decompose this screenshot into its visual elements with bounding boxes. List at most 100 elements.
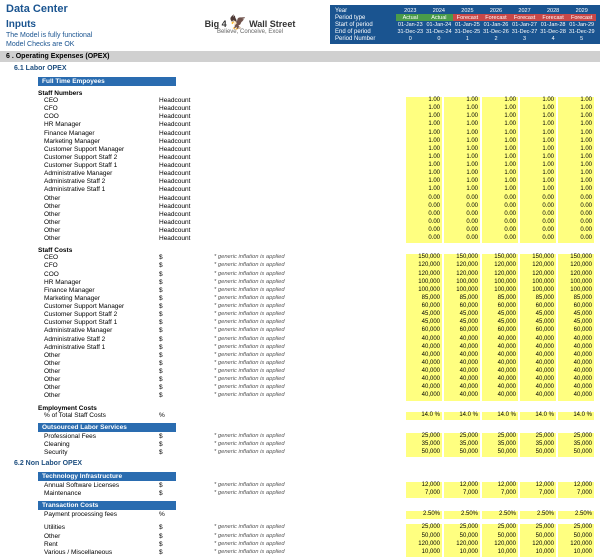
- input-cell[interactable]: 1.00: [482, 97, 518, 105]
- input-cell[interactable]: 1.00: [558, 146, 594, 154]
- input-cell[interactable]: 0.00: [520, 195, 556, 203]
- input-cell[interactable]: 45,000: [558, 311, 594, 319]
- input-cell[interactable]: 10,000: [444, 549, 480, 557]
- input-cell[interactable]: 85,000: [482, 295, 518, 303]
- input-cell[interactable]: 1.00: [406, 162, 442, 170]
- input-cell[interactable]: 1.00: [558, 186, 594, 194]
- input-cell[interactable]: 0.00: [406, 203, 442, 211]
- input-cell[interactable]: 1.00: [444, 130, 480, 138]
- input-cell[interactable]: 12,000: [482, 482, 518, 490]
- input-cell[interactable]: 40,000: [558, 392, 594, 400]
- input-cell[interactable]: 120,000: [558, 541, 594, 549]
- input-cell[interactable]: 1.00: [520, 186, 556, 194]
- input-cell[interactable]: 1.00: [444, 154, 480, 162]
- input-cell[interactable]: 12,000: [520, 482, 556, 490]
- input-cell[interactable]: 35,000: [482, 441, 518, 449]
- input-cell[interactable]: 1.00: [482, 186, 518, 194]
- input-cell[interactable]: 60,000: [406, 303, 442, 311]
- input-cell[interactable]: 60,000: [558, 303, 594, 311]
- input-cell[interactable]: 85,000: [444, 295, 480, 303]
- input-cell[interactable]: 120,000: [558, 271, 594, 279]
- input-cell[interactable]: 2.50%: [406, 511, 442, 519]
- input-cell[interactable]: 1.00: [444, 170, 480, 178]
- input-cell[interactable]: 1.00: [558, 138, 594, 146]
- input-cell[interactable]: 1.00: [444, 178, 480, 186]
- input-cell[interactable]: 40,000: [482, 392, 518, 400]
- input-cell[interactable]: 40,000: [520, 392, 556, 400]
- input-cell[interactable]: 1.00: [520, 113, 556, 121]
- input-cell[interactable]: 14.0 %: [482, 412, 518, 420]
- input-cell[interactable]: 0.00: [444, 203, 480, 211]
- input-cell[interactable]: 1.00: [406, 178, 442, 186]
- input-cell[interactable]: 12,000: [406, 482, 442, 490]
- input-cell[interactable]: 25,000: [406, 524, 442, 532]
- input-cell[interactable]: 40,000: [520, 336, 556, 344]
- input-cell[interactable]: 40,000: [482, 336, 518, 344]
- input-cell[interactable]: 40,000: [406, 384, 442, 392]
- input-cell[interactable]: 14.0 %: [406, 412, 442, 420]
- input-cell[interactable]: 60,000: [482, 303, 518, 311]
- input-cell[interactable]: 150,000: [406, 254, 442, 262]
- input-cell[interactable]: 85,000: [558, 295, 594, 303]
- input-cell[interactable]: 60,000: [520, 327, 556, 335]
- input-cell[interactable]: 120,000: [444, 541, 480, 549]
- input-cell[interactable]: 1.00: [520, 154, 556, 162]
- input-cell[interactable]: 1.00: [558, 130, 594, 138]
- input-cell[interactable]: 12,000: [558, 482, 594, 490]
- input-cell[interactable]: 100,000: [558, 287, 594, 295]
- input-cell[interactable]: 45,000: [406, 311, 442, 319]
- input-cell[interactable]: 40,000: [444, 368, 480, 376]
- input-cell[interactable]: 100,000: [444, 279, 480, 287]
- input-cell[interactable]: 0.00: [520, 219, 556, 227]
- input-cell[interactable]: 0.00: [558, 235, 594, 243]
- input-cell[interactable]: 1.00: [406, 146, 442, 154]
- input-cell[interactable]: 40,000: [444, 376, 480, 384]
- input-cell[interactable]: 40,000: [520, 368, 556, 376]
- input-cell[interactable]: 0.00: [482, 195, 518, 203]
- input-cell[interactable]: 1.00: [444, 113, 480, 121]
- input-cell[interactable]: 1.00: [520, 130, 556, 138]
- input-cell[interactable]: 10,000: [558, 549, 594, 557]
- input-cell[interactable]: 60,000: [444, 303, 480, 311]
- input-cell[interactable]: 0.00: [520, 211, 556, 219]
- input-cell[interactable]: 40,000: [444, 360, 480, 368]
- input-cell[interactable]: 45,000: [482, 319, 518, 327]
- input-cell[interactable]: 40,000: [406, 392, 442, 400]
- input-cell[interactable]: 1.00: [444, 105, 480, 113]
- input-cell[interactable]: 0.00: [444, 235, 480, 243]
- input-cell[interactable]: 45,000: [406, 319, 442, 327]
- input-cell[interactable]: 40,000: [444, 384, 480, 392]
- input-cell[interactable]: 7,000: [482, 490, 518, 498]
- input-cell[interactable]: 1.00: [482, 105, 518, 113]
- input-cell[interactable]: 1.00: [558, 154, 594, 162]
- input-cell[interactable]: 40,000: [406, 368, 442, 376]
- input-cell[interactable]: 1.00: [558, 105, 594, 113]
- input-cell[interactable]: 1.00: [482, 154, 518, 162]
- input-cell[interactable]: 100,000: [482, 287, 518, 295]
- input-cell[interactable]: 40,000: [558, 360, 594, 368]
- input-cell[interactable]: 60,000: [406, 327, 442, 335]
- input-cell[interactable]: 25,000: [520, 524, 556, 532]
- input-cell[interactable]: 45,000: [558, 319, 594, 327]
- input-cell[interactable]: 1.00: [406, 121, 442, 129]
- input-cell[interactable]: 60,000: [444, 327, 480, 335]
- input-cell[interactable]: 50,000: [520, 449, 556, 457]
- input-cell[interactable]: 40,000: [482, 352, 518, 360]
- input-cell[interactable]: 40,000: [444, 344, 480, 352]
- input-cell[interactable]: 150,000: [482, 254, 518, 262]
- input-cell[interactable]: 45,000: [482, 311, 518, 319]
- input-cell[interactable]: 1.00: [406, 113, 442, 121]
- input-cell[interactable]: 0.00: [482, 211, 518, 219]
- input-cell[interactable]: 40,000: [520, 352, 556, 360]
- input-cell[interactable]: 120,000: [520, 271, 556, 279]
- input-cell[interactable]: 1.00: [406, 97, 442, 105]
- input-cell[interactable]: 14.0 %: [520, 412, 556, 420]
- input-cell[interactable]: 0.00: [444, 219, 480, 227]
- input-cell[interactable]: 10,000: [482, 549, 518, 557]
- input-cell[interactable]: 120,000: [558, 262, 594, 270]
- input-cell[interactable]: 1.00: [558, 162, 594, 170]
- input-cell[interactable]: 1.00: [444, 138, 480, 146]
- input-cell[interactable]: 0.00: [520, 203, 556, 211]
- input-cell[interactable]: 100,000: [558, 279, 594, 287]
- input-cell[interactable]: 40,000: [482, 344, 518, 352]
